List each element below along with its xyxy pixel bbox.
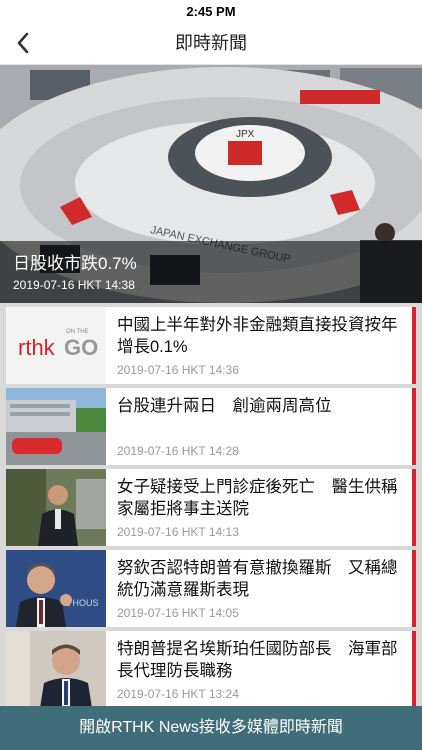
news-item[interactable]: 台股連升兩日 創逾兩周高位 2019-07-16 HKT 14:28 — [6, 388, 416, 465]
news-title: 台股連升兩日 創逾兩周高位 — [117, 397, 332, 415]
news-item[interactable]: rthk GO ON THE 中國上半年對外非金融類直接投資按年增長0.1% 2… — [6, 307, 416, 384]
hero-sign-brand: JPX — [236, 129, 255, 140]
doctor-photo — [6, 469, 106, 546]
news-title: 努欽否認特朗普有意撤換羅斯 又稱總統仍滿意羅斯表現 — [117, 559, 398, 599]
news-title: 中國上半年對外非金融類直接投資按年增長0.1% — [117, 316, 398, 356]
logo-brand: rthk — [18, 335, 56, 360]
open-app-banner[interactable]: 開啟RTHK News接收多媒體即時新聞 — [0, 706, 422, 750]
news-time: 2019-07-16 HKT 14:28 — [117, 444, 239, 458]
esper-photo — [6, 631, 106, 706]
status-bar: 2:45 PM — [0, 0, 422, 22]
logo-go: GO — [64, 335, 98, 360]
news-thumbnail — [6, 631, 106, 706]
news-time: 2019-07-16 HKT 14:36 — [117, 363, 239, 377]
news-time: 2019-07-16 HKT 14:13 — [117, 525, 239, 539]
news-thumbnail — [6, 388, 106, 465]
nav-bar: 即時新聞 — [0, 22, 422, 65]
news-item[interactable]: E HOUS 努欽否認特朗普有意撤換羅斯 又稱總統仍滿意羅斯表現 2019-07… — [6, 550, 416, 627]
news-item[interactable]: 女子疑接受上門診症後死亡 醫生供稱家屬拒將事主送院 2019-07-16 HKT… — [6, 469, 416, 546]
hero-headline: 日股收市跌0.7% — [13, 254, 137, 273]
news-thumbnail: rthk GO ON THE — [6, 307, 106, 384]
status-time: 2:45 PM — [186, 3, 236, 19]
news-title: 特朗普提名埃斯珀任國防部長 海軍部長代理防長職務 — [117, 640, 398, 680]
rthk-go-logo-icon: rthk GO ON THE — [6, 307, 106, 384]
hero-time: 2019-07-16 HKT 14:38 — [13, 278, 135, 292]
hero-story[interactable]: JPX JAPAN EXCHANGE GROUP 日股收市跌0.7% 2019-… — [0, 65, 422, 303]
news-time: 2019-07-16 HKT 14:05 — [117, 606, 239, 620]
news-item[interactable]: 特朗普提名埃斯珀任國防部長 海軍部長代理防長職務 2019-07-16 HKT … — [6, 631, 416, 706]
mnuchin-photo: E HOUS — [6, 550, 106, 627]
logo-tag: ON THE — [66, 329, 89, 335]
news-time: 2019-07-16 HKT 13:24 — [117, 687, 239, 701]
news-list: rthk GO ON THE 中國上半年對外非金融類直接投資按年增長0.1% 2… — [0, 303, 422, 706]
news-thumbnail: E HOUS — [6, 550, 106, 627]
page-title: 即時新聞 — [175, 33, 247, 53]
news-thumbnail — [6, 469, 106, 546]
taiwan-exchange-photo — [6, 388, 106, 465]
news-title: 女子疑接受上門診症後死亡 醫生供稱家屬拒將事主送院 — [117, 478, 398, 518]
